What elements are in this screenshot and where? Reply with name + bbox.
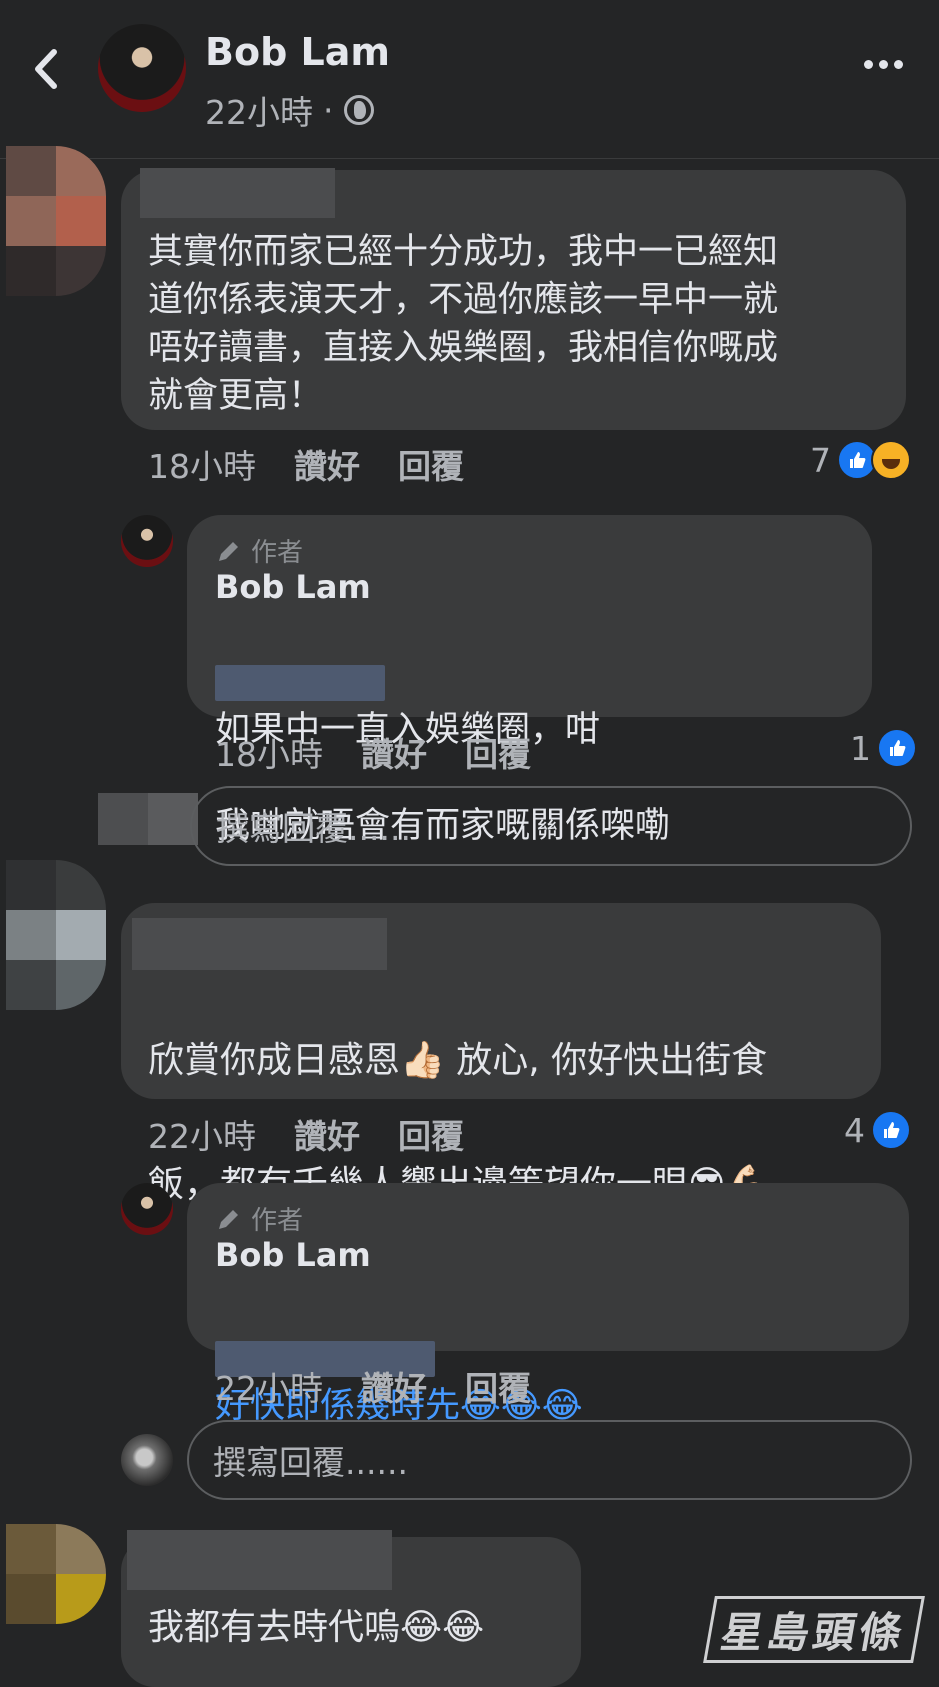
like-button[interactable]: 讚好 [361, 1362, 427, 1410]
reply-author-name[interactable]: Bob Lam [215, 568, 371, 606]
post-time[interactable]: 22小時 [205, 86, 313, 134]
reply-input[interactable]: 撰寫回覆...... [190, 786, 912, 866]
author-name[interactable]: Bob Lam [205, 30, 390, 74]
commenter-avatar[interactable] [6, 1524, 106, 1624]
reply-button[interactable]: 回覆 [465, 1362, 531, 1410]
comment-text: 欣賞你成日感恩👍🏻 放心, 你好快出街食 飯，都有千幾人響出邊等望你一眼😎💪🏻 [148, 968, 868, 1216]
post-meta: 22小時 · [205, 86, 374, 134]
reply-time[interactable]: 22小時 [215, 1362, 323, 1410]
comment-meta: 22小時 讚好 回覆 [148, 1110, 464, 1158]
comment-text: 我都有去時代嗚😂😂 [148, 1607, 485, 1648]
commenter-avatar[interactable] [6, 860, 106, 1010]
comment-text-line: 欣賞你成日感恩👍🏻 放心, 你好快出街食 [148, 1040, 768, 1081]
author-reply-avatar[interactable] [121, 515, 173, 567]
author-badge: 作者 [215, 1200, 303, 1237]
author-reply-avatar[interactable] [121, 1183, 173, 1235]
comment-text: 其實你而家已經十分成功，我中一已經知 道你係表演天才，不過你應該一早中一就 唔好… [148, 232, 779, 416]
like-reaction-icon [877, 728, 917, 768]
reply-button[interactable]: 回覆 [398, 440, 464, 488]
haha-reaction-icon [871, 440, 911, 480]
current-user-avatar [121, 1434, 173, 1486]
mention-blurred[interactable] [215, 665, 385, 701]
commenter-name-blurred[interactable] [132, 918, 387, 970]
globe-icon [343, 95, 374, 125]
pencil-icon [219, 541, 238, 561]
reply-button[interactable]: 回覆 [465, 728, 531, 776]
reaction-summary[interactable]: 4 [844, 1110, 911, 1150]
reaction-summary[interactable]: 1 [850, 728, 917, 768]
back-arrow-icon[interactable] [28, 42, 62, 96]
commenter-name-blurred[interactable] [140, 168, 335, 218]
reaction-count: 7 [810, 440, 831, 480]
reply-meta: 18小時 讚好 回覆 [215, 728, 531, 776]
comment-time[interactable]: 22小時 [148, 1110, 256, 1158]
current-user-avatar [98, 793, 198, 845]
author-avatar[interactable] [98, 24, 186, 112]
reply-meta: 22小時 讚好 回覆 [215, 1362, 531, 1410]
reply-author-name[interactable]: Bob Lam [215, 1236, 371, 1274]
like-reaction-icon [871, 1110, 911, 1150]
watermark-logo: 星島頭條 [703, 1596, 925, 1663]
reply-time[interactable]: 18小時 [215, 728, 323, 776]
reply-button[interactable]: 回覆 [398, 1110, 464, 1158]
reaction-count: 1 [850, 728, 871, 768]
author-badge: 作者 [215, 532, 303, 569]
like-button[interactable]: 讚好 [361, 728, 427, 776]
like-button[interactable]: 讚好 [294, 1110, 360, 1158]
commenter-name-blurred[interactable] [127, 1530, 392, 1590]
more-options-icon[interactable] [864, 56, 904, 72]
reaction-summary[interactable]: 7 [810, 440, 911, 480]
author-tag-label: 作者 [251, 538, 304, 568]
author-tag-label: 作者 [251, 1206, 304, 1236]
reaction-count: 4 [844, 1110, 865, 1150]
comment-time[interactable]: 18小時 [148, 440, 256, 488]
comment-meta: 18小時 讚好 回覆 [148, 440, 464, 488]
reply-input[interactable]: 撰寫回覆...... [187, 1420, 912, 1500]
pencil-icon [219, 1209, 238, 1229]
like-button[interactable]: 讚好 [294, 440, 360, 488]
commenter-avatar[interactable] [6, 146, 106, 296]
meta-separator: · [323, 90, 334, 130]
